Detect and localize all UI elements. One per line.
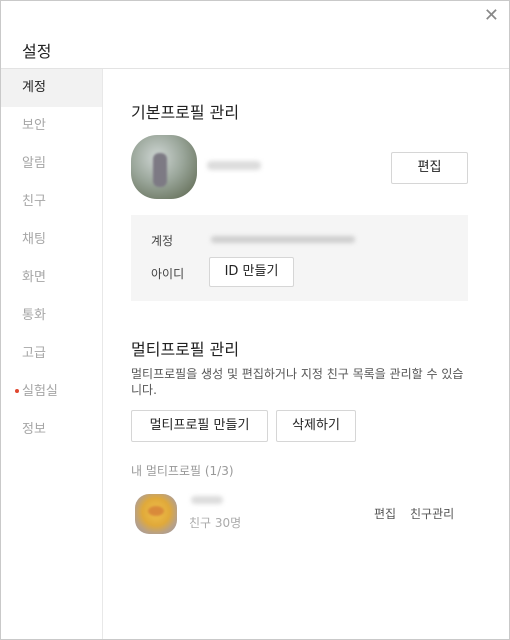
sidebar-item-label: 실험실 bbox=[22, 384, 58, 399]
sidebar-item-calls[interactable]: 통화 bbox=[1, 297, 102, 335]
blurred-account-value bbox=[211, 236, 355, 243]
profile-avatar[interactable] bbox=[131, 135, 197, 199]
avatar-figure bbox=[148, 506, 164, 516]
multi-profile-heading: 멀티프로필 관리 bbox=[131, 340, 240, 359]
main-panel: 기본프로필 관리 편집 계정 아이디 ID 만들기 멀티프로필 관리 멀티프로필… bbox=[103, 69, 509, 639]
multiprofile-list-header: 내 멀티프로필 (1/3) bbox=[131, 464, 234, 478]
account-label: 계정 bbox=[151, 234, 174, 248]
blurred-profile-name bbox=[207, 161, 261, 170]
sidebar-item-label: 정보 bbox=[22, 422, 46, 437]
sidebar-item-account[interactable]: 계정 bbox=[1, 69, 102, 107]
sidebar-item-label: 알림 bbox=[22, 156, 46, 171]
sidebar: 계정 보안 알림 친구 채팅 화면 통화 고급 실험실 정보 bbox=[1, 69, 103, 639]
settings-window: ✕ 설정 계정 보안 알림 친구 채팅 화면 통화 고급 실험실 정보 기본프로… bbox=[0, 0, 510, 640]
sidebar-item-chats[interactable]: 채팅 bbox=[1, 221, 102, 259]
avatar-figure bbox=[153, 153, 167, 187]
sidebar-item-label: 통화 bbox=[22, 308, 46, 323]
sidebar-item-label: 고급 bbox=[22, 346, 46, 361]
id-label: 아이디 bbox=[151, 267, 185, 281]
create-id-button[interactable]: ID 만들기 bbox=[209, 257, 294, 287]
delete-multiprofile-button[interactable]: 삭제하기 bbox=[276, 410, 356, 442]
new-badge-dot bbox=[15, 389, 19, 393]
sidebar-item-label: 친구 bbox=[22, 194, 46, 209]
sidebar-item-display[interactable]: 화면 bbox=[1, 259, 102, 297]
basic-profile-heading: 기본프로필 관리 bbox=[131, 103, 240, 122]
multiprofile-manage-friends-link[interactable]: 친구관리 bbox=[410, 505, 454, 522]
sidebar-item-label: 화면 bbox=[22, 270, 46, 285]
sidebar-item-label: 계정 bbox=[22, 80, 46, 95]
sidebar-item-labs[interactable]: 실험실 bbox=[1, 373, 102, 411]
sidebar-item-friends[interactable]: 친구 bbox=[1, 183, 102, 221]
multiprofile-edit-link[interactable]: 편집 bbox=[374, 505, 396, 522]
close-icon[interactable]: ✕ bbox=[484, 7, 499, 25]
sidebar-item-label: 보안 bbox=[22, 118, 46, 133]
multi-profile-description: 멀티프로필을 생성 및 편집하거나 지정 친구 목록을 관리할 수 있습니다. bbox=[131, 367, 464, 397]
blurred-multiprofile-name bbox=[191, 496, 223, 504]
sidebar-item-advanced[interactable]: 고급 bbox=[1, 335, 102, 373]
account-info-box: 계정 아이디 ID 만들기 bbox=[131, 215, 468, 301]
sidebar-item-info[interactable]: 정보 bbox=[1, 411, 102, 449]
edit-profile-button[interactable]: 편집 bbox=[391, 152, 468, 184]
create-multiprofile-button[interactable]: 멀티프로필 만들기 bbox=[131, 410, 268, 442]
sidebar-item-notifications[interactable]: 알림 bbox=[1, 145, 102, 183]
multiprofile-avatar[interactable] bbox=[135, 494, 177, 534]
multiprofile-friend-count: 친구 30명 bbox=[189, 516, 242, 530]
window-title: 설정 bbox=[22, 42, 52, 61]
sidebar-item-label: 채팅 bbox=[22, 232, 46, 247]
sidebar-item-security[interactable]: 보안 bbox=[1, 107, 102, 145]
